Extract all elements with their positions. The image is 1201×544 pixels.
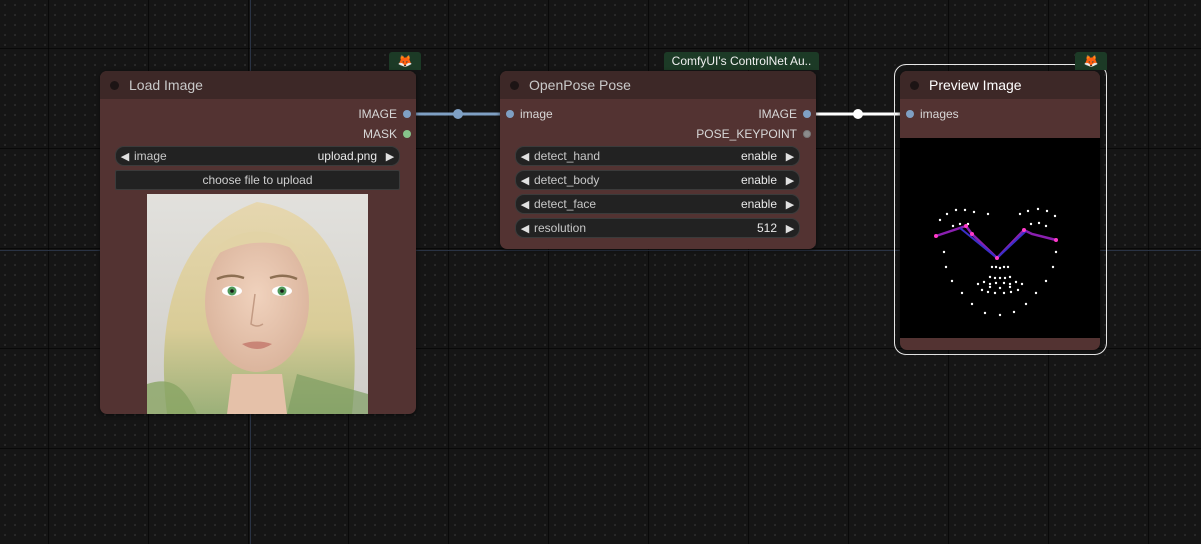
upload-button[interactable]: choose file to upload xyxy=(115,170,400,190)
collapse-toggle[interactable] xyxy=(910,80,919,90)
node-header[interactable]: Load Image xyxy=(100,71,416,99)
widget-label: detect_hand xyxy=(534,149,601,163)
link-midpoint[interactable] xyxy=(853,109,863,119)
link-midpoint[interactable] xyxy=(453,109,463,119)
input-slot[interactable] xyxy=(506,110,514,118)
pose-preview-image xyxy=(900,138,1100,338)
arrow-right-icon[interactable]: ▶ xyxy=(781,150,799,163)
badge-text: ComfyUI's ControlNet Au.. xyxy=(671,54,812,68)
node-badge: ComfyUI's ControlNet Au.. xyxy=(664,52,819,70)
fox-icon: 🦊 xyxy=(397,54,413,68)
input-slot[interactable] xyxy=(906,110,914,118)
input-image[interactable]: image xyxy=(506,106,626,122)
node-header[interactable]: Preview Image xyxy=(900,71,1100,99)
arrow-left-icon[interactable]: ◀ xyxy=(516,222,534,235)
widget-value: upload.png xyxy=(317,149,377,163)
output-label: IMAGE xyxy=(358,107,397,121)
arrow-right-icon[interactable]: ▶ xyxy=(381,150,399,163)
node-title: Preview Image xyxy=(929,77,1022,93)
arrow-left-icon[interactable]: ◀ xyxy=(116,150,134,163)
preview-image-node[interactable]: Preview Image images xyxy=(900,71,1100,350)
widget-label: resolution xyxy=(534,221,587,235)
arrow-right-icon[interactable]: ▶ xyxy=(781,174,799,187)
arrow-right-icon[interactable]: ▶ xyxy=(781,222,799,235)
input-label: image xyxy=(520,107,553,121)
fox-icon: 🦊 xyxy=(1083,54,1099,68)
widget-label: image xyxy=(134,149,167,163)
arrow-left-icon[interactable]: ◀ xyxy=(516,150,534,163)
output-label: MASK xyxy=(362,127,397,141)
output-image[interactable]: IMAGE xyxy=(261,106,411,122)
widget-label: detect_body xyxy=(534,173,600,187)
widget-value: enable xyxy=(740,149,777,163)
output-image[interactable]: IMAGE xyxy=(661,106,811,122)
openpose-node[interactable]: OpenPose Pose image IMAGE POSE_KEYPOINT … xyxy=(500,71,816,249)
collapse-toggle[interactable] xyxy=(510,80,519,90)
output-slot[interactable] xyxy=(403,130,411,138)
detect-hand-widget[interactable]: ◀ detect_hand enable ▶ xyxy=(515,146,800,166)
arrow-left-icon[interactable]: ◀ xyxy=(516,198,534,211)
image-preview xyxy=(147,194,368,414)
node-header[interactable]: OpenPose Pose xyxy=(500,71,816,99)
widget-value: 512 xyxy=(756,221,777,235)
node-graph-canvas[interactable]: 🦊 Load Image IMAGE MASK ◀ image upload.p… xyxy=(0,0,1201,544)
output-slot[interactable] xyxy=(803,130,811,138)
detect-face-widget[interactable]: ◀ detect_face enable ▶ xyxy=(515,194,800,214)
arrow-right-icon[interactable]: ▶ xyxy=(781,198,799,211)
widget-value: enable xyxy=(740,197,777,211)
widget-label: detect_face xyxy=(534,197,597,211)
resolution-widget[interactable]: ◀ resolution 512 ▶ xyxy=(515,218,800,238)
widget-value: enable xyxy=(740,173,777,187)
load-image-node[interactable]: Load Image IMAGE MASK ◀ image upload.png… xyxy=(100,71,416,414)
output-mask[interactable]: MASK xyxy=(261,126,411,142)
output-pose-keypoint[interactable]: POSE_KEYPOINT xyxy=(661,126,811,142)
output-slot[interactable] xyxy=(803,110,811,118)
input-images[interactable]: images xyxy=(906,106,1026,122)
detect-body-widget[interactable]: ◀ detect_body enable ▶ xyxy=(515,170,800,190)
node-title: Load Image xyxy=(129,77,203,93)
image-combo-widget[interactable]: ◀ image upload.png ▶ xyxy=(115,146,400,166)
collapse-toggle[interactable] xyxy=(110,80,119,90)
arrow-left-icon[interactable]: ◀ xyxy=(516,174,534,187)
node-badge: 🦊 xyxy=(389,52,421,70)
output-label: IMAGE xyxy=(758,107,797,121)
output-label: POSE_KEYPOINT xyxy=(696,127,797,141)
node-badge: 🦊 xyxy=(1075,52,1107,70)
input-label: images xyxy=(920,107,959,121)
upload-button-label: choose file to upload xyxy=(202,173,313,187)
output-slot[interactable] xyxy=(403,110,411,118)
node-title: OpenPose Pose xyxy=(529,77,631,93)
